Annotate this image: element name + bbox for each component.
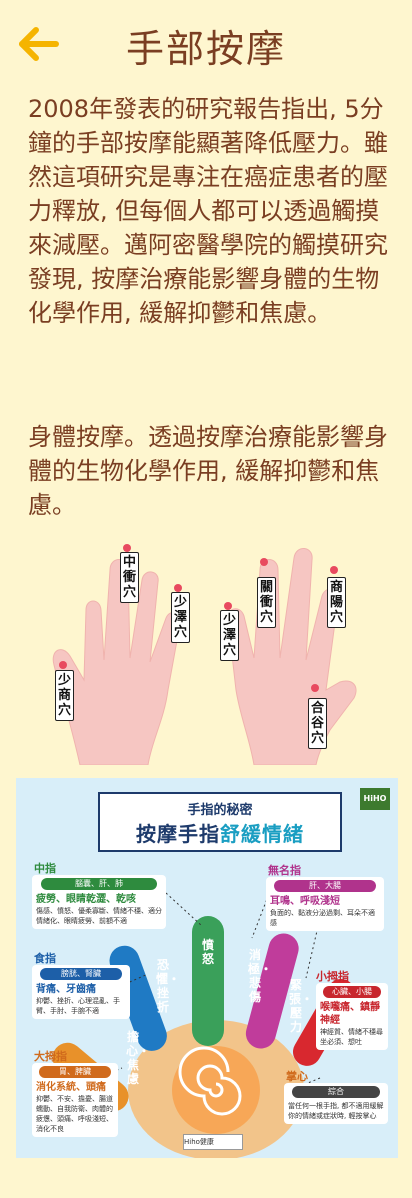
card-desc: 抑鬱、挫折、心理混亂、手臂、手肘、手腕不適 [36,997,120,1015]
hand-acupoints-illustration: 中衝穴 少澤穴 少商穴 關衝穴 少澤穴 商陽穴 合谷穴 [40,540,390,766]
card-symptom: 背痛、牙齒痛 [36,984,96,995]
infographic-title-box: 手指的秘密 按摩手指舒緩情緒 [98,792,342,852]
finger-emotion-index: 恐懼・挫折 [156,958,181,1014]
card-desc: 抑鬱、不安、擔憂、腸道蠕動、自我防衛、肉體的疲憊、頭痛、呼吸淺短、消化不良 [36,1095,113,1133]
card-organ: 腦囊、肝、肺 [41,878,157,890]
acupoint-shaoshang: 少商穴 [55,670,74,721]
facebook-search-bar: Hiho健康 [183,1134,243,1150]
category-label-palm: 掌心 [286,1070,308,1083]
category-label-thumb: 大拇指 [34,1050,67,1063]
card-desc: 負面的、黏液分泌過剩、耳朵不適感 [270,909,375,927]
finger-emotion-thumb: 擔心・焦慮 [126,1030,151,1086]
fb-text: Hiho健康 [184,1138,214,1146]
card-ring: 肝、大腸 耳鳴、呼吸淺短 負面的、黏液分泌過剩、耳朵不適感 [266,877,384,931]
brand-logo: HiHO [360,788,390,810]
hands-drawing [52,544,357,766]
card-organ: 肝、大腸 [274,880,376,892]
infographic-title-highlight: 舒緩情緒 [220,822,304,846]
category-label-index: 食指 [34,952,56,965]
infographic-subtitle: 手指的秘密 [187,803,253,818]
category-label-middle: 中指 [34,862,56,875]
infographic-title-main: 按摩手指 [136,822,220,846]
card-symptom: 喉嚨痛、鎮靜神經 [320,1002,380,1026]
card-desc: 當任何一根手指, 都不適用緩解你的情緒或症狀時, 輕按掌心 [288,1102,384,1120]
page-title: 手部按摩 [125,27,286,71]
infographic-title: 按摩手指舒緩情緒 [100,818,340,847]
card-thumb: 胃、脾臟 消化系統、頭痛 抑鬱、不安、擔憂、腸道蠕動、自我防衛、肉體的疲憊、頭痛… [32,1063,118,1137]
card-symptom: 疲勞、眼睛乾澀、乾咳 [36,894,136,905]
card-organ: 胃、脾臟 [39,1066,111,1078]
body-massage-paragraph: 身體按摩。透過按摩治療能影響身體的生物化學作用, 緩解抑鬱和焦慮。 [28,423,388,519]
finger-secrets-infographic: 手指的秘密 按摩手指舒緩情緒 HiHO 中指 腦囊、肝、肺 疲勞、眼睛乾澀、乾咳… [16,778,398,1158]
acupoint-hegu: 合谷穴 [308,698,327,749]
category-label-ring: 無名指 [268,864,301,877]
card-organ: 心臟、小腸 [322,986,382,998]
intro-paragraph: 2008年發表的研究報告指出, 5分鐘的手部按摩能顯著降低壓力。雖然這項研究是專… [28,95,388,327]
acupoint-zhongchong: 中衝穴 [120,552,139,603]
card-organ: 膀胱、腎臟 [39,968,123,980]
category-label-little: 小拇指 [316,970,349,983]
finger-emotion-little: 緊張・壓力 [289,978,314,1034]
app-header: 手部按摩 [0,0,412,92]
finger-emotion-ring: 消極・悲傷 [248,948,273,1004]
acupoint-guanchong: 關衝穴 [257,577,276,628]
acupoint-shaoze-right: 少澤穴 [220,610,239,661]
finger-emotion-middle: 憤怒 [201,938,214,966]
card-desc: 神經質、情緒不穩尋坐必須、想吐 [320,1028,383,1046]
card-palm: 綜合 當任何一根手指, 都不適用緩解你的情緒或症狀時, 輕按掌心 [284,1083,388,1124]
card-symptom: 消化系統、頭痛 [36,1082,106,1093]
card-middle: 腦囊、肝、肺 疲勞、眼睛乾澀、乾咳 傷感、憤怒、優柔寡斷、情緒不穩、適分情緒化、… [32,875,166,929]
card-symptom: 耳鳴、呼吸淺短 [270,896,340,907]
card-organ: 綜合 [291,1086,381,1098]
card-desc: 傷感、憤怒、優柔寡斷、情緒不穩、適分情緒化、眼睛疲勞、前額不適 [36,907,162,925]
acupoint-shaoze-left: 少澤穴 [171,592,190,643]
card-little: 心臟、小腸 喉嚨痛、鎮靜神經 神經質、情緒不穩尋坐必須、想吐 [316,983,388,1050]
acupoint-shangyang: 商陽穴 [327,577,346,628]
card-index: 膀胱、腎臟 背痛、牙齒痛 抑鬱、挫折、心理混亂、手臂、手肘、手腕不適 [32,965,130,1019]
